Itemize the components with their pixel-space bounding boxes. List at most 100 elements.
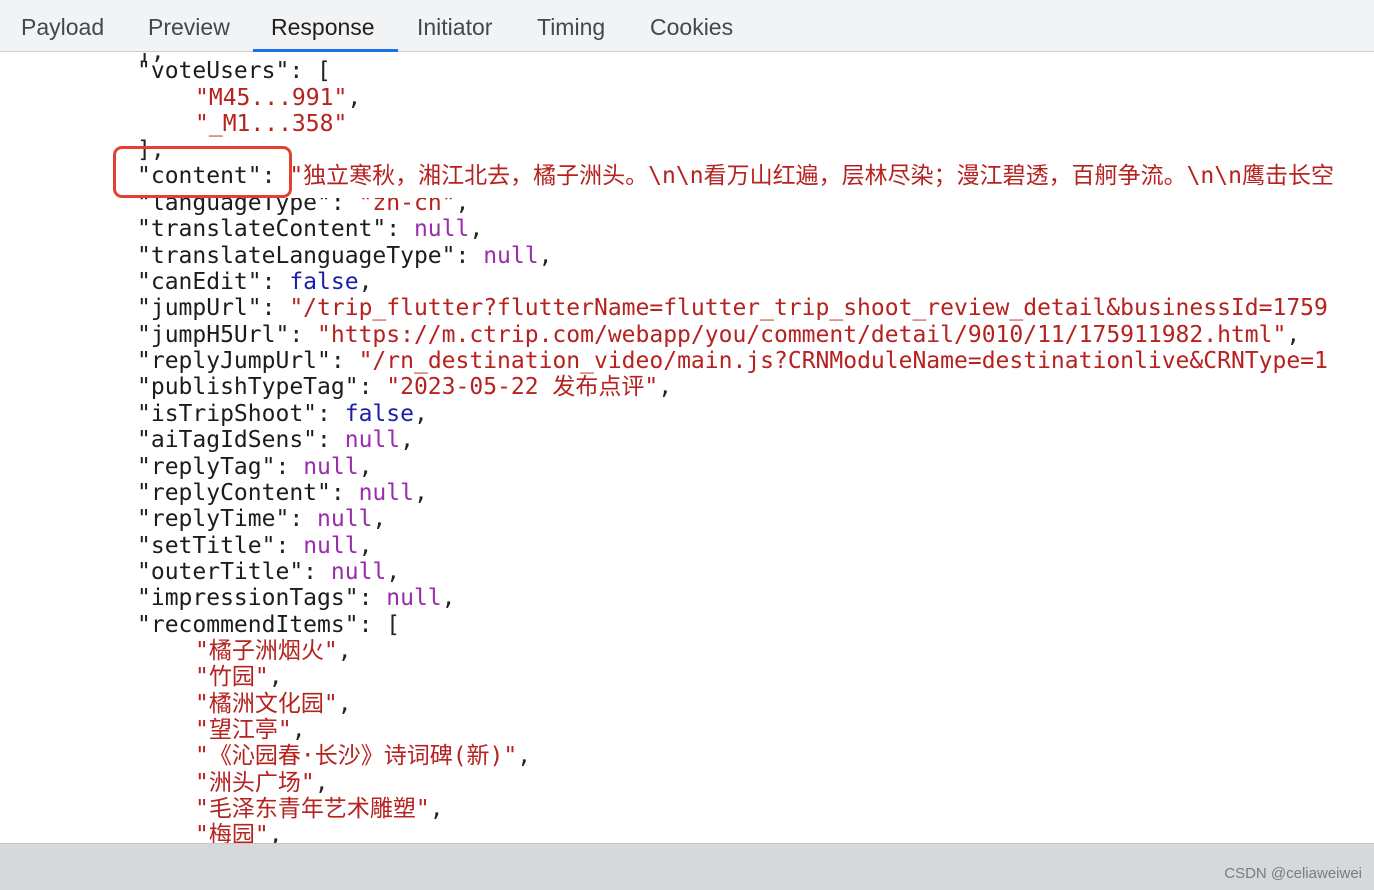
code-line: "aiTagIdSens": null, [137,427,414,454]
json-comma: , [337,691,352,717]
json-colon: : [275,454,304,480]
json-comma: , [314,770,329,796]
json-open-bracket: [ [317,58,331,84]
json-colon: : [317,401,345,427]
json-key: "outerTitle" [137,559,304,585]
json-colon: : [330,348,359,374]
code-line: "jumpUrl": "/trip_flutter?flutterName=fl… [137,295,1328,322]
tab-preview[interactable]: Preview [148,0,230,52]
json-key: "replyContent" [137,480,331,506]
json-comma: , [1286,322,1301,348]
code-line: "橘洲文化园", [195,691,352,718]
json-colon: : [330,480,359,506]
json-string: "zh-cn" [358,190,456,216]
json-string: "/trip_flutter?flutterName=flutter_trip_… [289,295,1328,321]
json-colon: : [289,506,318,532]
json-comma: , [347,85,362,111]
code-line: "jumpH5Url": "https://m.ctrip.com/webapp… [137,322,1300,349]
json-null: null [344,427,401,453]
json-key: "canEdit" [137,269,262,295]
code-line: "橘子洲烟火", [195,638,352,665]
json-string: "橘子洲烟火" [195,638,338,664]
json-null: null [330,559,387,585]
json-colon: : [289,58,318,84]
json-null: null [413,216,470,242]
json-key: "replyJumpUrl" [137,348,331,374]
json-comma: , [268,822,283,843]
tab-response[interactable]: Response [271,0,375,52]
active-tab-indicator [253,49,398,52]
json-null: null [358,480,414,506]
json-key: "publishTypeTag" [137,374,359,400]
json-key: "languageType" [137,190,331,216]
json-key: "jumpH5Url" [137,322,290,348]
json-string: "/rn_destination_video/main.js?CRNModule… [358,348,1328,374]
code-line: "voteUsers": [ [137,58,331,85]
json-null: null [303,533,359,559]
json-comma: , [517,743,532,769]
code-line: "languageType": "zh-cn", [137,190,469,217]
code-line: "竹园", [195,664,283,691]
code-line: "replyTime": null, [137,506,386,533]
json-colon: : [275,533,304,559]
json-comma: , [400,427,414,453]
json-key: "voteUsers" [137,58,290,84]
code-line: "publishTypeTag": "2023-05-22 发布点评", [137,374,672,401]
json-comma: , [358,533,373,559]
response-body[interactable]: ], "voteUsers": [ "M45...991", "_M1...35… [0,53,1374,843]
json-boolean: false [289,269,359,295]
json-key: "replyTime" [137,506,290,532]
json-string: "毛泽东青年艺术雕塑" [195,796,430,822]
code-line: "望江亭", [195,717,306,744]
json-comma: , [429,796,444,822]
json-key: "isTripShoot" [137,401,318,427]
json-colon: : [455,243,484,269]
code-line: "毛泽东青年艺术雕塑", [195,796,444,823]
code-line: "洲头广场", [195,770,329,797]
json-comma: , [337,638,352,664]
json-comma: , [358,269,373,295]
code-line: "梅园", [195,822,283,843]
json-comma: , [658,374,673,400]
json-comma: , [358,454,373,480]
json-string: "M45...991" [195,85,348,111]
json-comma: , [268,664,283,690]
closing-bracket: ], [137,137,165,163]
json-string: "_M1...358" [195,111,348,137]
tab-timing[interactable]: Timing [537,0,605,52]
json-key: "content" [137,163,262,189]
json-key: "translateContent" [137,216,387,242]
json-colon: : [261,163,290,189]
code-line: "translateLanguageType": null, [137,243,552,270]
code-line: "canEdit": false, [137,269,372,296]
json-string: "橘洲文化园" [195,691,338,717]
json-comma: , [413,401,428,427]
json-key: "recommendItems" [137,612,359,638]
json-key: "translateLanguageType" [137,243,456,269]
json-open-bracket: [ [386,612,401,638]
json-key: "aiTagIdSens" [137,427,318,453]
csdn-watermark: CSDN @celiaweiwei [1224,865,1362,882]
code-line: "《沁园春·长沙》诗词碑(新)", [195,743,531,770]
code-line: ], [137,137,165,164]
json-comma: , [538,243,553,269]
code-line: "translateContent": null, [137,216,483,243]
json-colon: : [303,559,331,585]
json-string: "独立寒秋，湘江北去，橘子洲头。\n\n看万山红遍，层林尽染；漫江碧透，百舸争流… [289,163,1334,189]
bottom-status-bar: CSDN @celiaweiwei [0,843,1374,890]
json-colon: : [261,295,290,321]
json-string: "https://m.ctrip.com/webapp/you/comment/… [317,322,1287,348]
json-string: "望江亭" [195,717,292,743]
json-key: "jumpUrl" [137,295,262,321]
code-line: "content": "独立寒秋，湘江北去，橘子洲头。\n\n看万山红遍，层林尽… [137,163,1334,190]
json-null: null [483,243,539,269]
json-string: "2023-05-22 发布点评" [386,374,659,400]
json-comma: , [386,559,401,585]
json-colon: : [317,427,345,453]
code-line: "isTripShoot": false, [137,401,428,428]
json-comma: , [441,585,456,611]
tab-initiator[interactable]: Initiator [417,0,492,52]
tab-payload[interactable]: Payload [21,0,104,52]
tab-cookies[interactable]: Cookies [650,0,733,52]
code-line: "outerTitle": null, [137,559,400,586]
